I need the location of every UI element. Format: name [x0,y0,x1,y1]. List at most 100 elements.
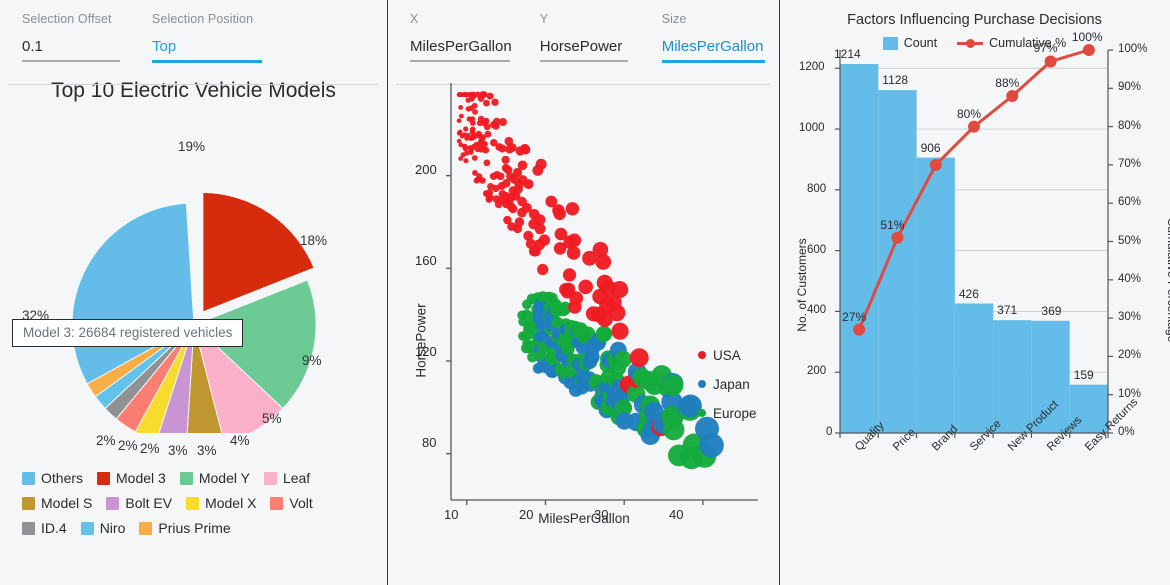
selection-offset-control[interactable]: Selection Offset 0.1 [22,12,120,63]
scatter-point[interactable] [479,176,486,184]
pareto-bar-new-product[interactable] [993,320,1032,433]
pareto-cumulative-point[interactable] [1044,55,1057,68]
scatter-point[interactable] [523,178,534,189]
scatter-point[interactable] [469,126,476,132]
scatter-point[interactable] [565,201,580,215]
scatter-point[interactable] [595,253,612,270]
scatter-point[interactable] [508,203,518,213]
scatter-point[interactable] [517,160,528,170]
scatter-point[interactable] [459,113,464,118]
scatter-point[interactable] [662,374,684,396]
pie-legend-item-model-3[interactable]: Model 3 [97,470,166,486]
scatter-point[interactable] [699,432,724,458]
y-field-value[interactable]: HorsePower [540,38,628,60]
scatter-point[interactable] [611,280,629,298]
scatter-point[interactable] [482,146,490,153]
pareto-chart[interactable]: 1214 1128 906 426 371 369 159 27% 51% 80% 88% 97% 1… [780,28,1170,548]
scatter-point[interactable] [498,117,507,126]
pie-legend-item-volt[interactable]: Volt [270,495,313,511]
scatter-legend-item-japan[interactable]: Japan [698,377,757,392]
scatter-point[interactable] [537,263,549,275]
selection-offset-value[interactable]: 0.1 [22,38,120,60]
pareto-cumulative-point[interactable] [891,231,904,244]
scatter-point[interactable] [480,90,488,98]
scatter-point[interactable] [614,350,632,368]
scatter-svg[interactable] [388,63,780,563]
scatter-point[interactable] [486,92,494,100]
pareto-bar-brand[interactable] [916,157,955,433]
selection-position-value[interactable]: Top [152,38,262,60]
scatter-point[interactable] [562,267,577,281]
scatter-point[interactable] [483,122,491,130]
scatter-chart[interactable]: 200 160 120 80 10 20 30 40 HorsePower Mi… [388,63,780,563]
y-field-control[interactable]: Y HorsePower [539,12,628,63]
scatter-point[interactable] [471,102,478,109]
pie-legend-label: Model X [205,495,257,511]
size-field-value[interactable]: MilesPerGallon [662,38,765,60]
pareto-cumulative-point[interactable] [853,323,866,336]
x-field-control[interactable]: X MilesPerGallon [410,12,512,63]
selection-position-control[interactable]: Selection Position Top [152,12,262,63]
pie-legend-item-bolt-ev[interactable]: Bolt EV [106,495,172,511]
x-field-value[interactable]: MilesPerGallon [410,38,512,60]
scatter-point[interactable] [472,108,478,115]
scatter-point[interactable] [462,145,468,151]
scatter-point[interactable] [566,245,581,260]
scatter-point[interactable] [507,142,517,152]
pareto-cumulative-point[interactable] [1082,44,1095,56]
pareto-cumulative-point[interactable] [929,158,942,171]
scatter-point[interactable] [596,325,613,342]
scatter-point[interactable] [553,207,566,220]
scatter-point[interactable] [629,347,649,367]
scatter-point[interactable] [514,216,525,227]
scatter-point[interactable] [463,157,469,163]
pie-chart[interactable]: 19% 18% 9% 5% 4% 3% 3% 2% 2% 2% 32% Mode… [0,103,388,458]
scatter-point[interactable] [483,159,491,166]
pie-legend-item-id-4[interactable]: ID.4 [22,520,67,536]
scatter-point[interactable] [469,119,476,126]
pareto-bar-price[interactable] [878,90,917,433]
pie-legend-item-prius-prime[interactable]: Prius Prime [139,520,231,536]
pareto-bar-quality[interactable] [840,64,879,433]
pareto-right-tick: 80% [1118,119,1142,132]
scatter-legend-item-usa[interactable]: USA [698,348,757,363]
scatter-point[interactable] [498,144,507,152]
scatter-point[interactable] [534,222,546,234]
scatter-point[interactable] [483,99,490,106]
pie-legend-item-leaf[interactable]: Leaf [263,470,310,486]
pareto-cumulative-point[interactable] [1006,90,1019,102]
scatter-point[interactable] [463,125,469,132]
scatter-point[interactable] [457,129,463,134]
scatter-point[interactable] [520,144,531,154]
scatter-point[interactable] [491,98,499,106]
scatter-point[interactable] [481,140,488,147]
pie-pct-id4: 2% [140,440,160,456]
scatter-legend-label-japan: Japan [713,376,750,392]
scatter-point[interactable] [538,233,551,246]
scatter-point[interactable] [486,193,494,201]
scatter-point[interactable] [482,117,490,124]
pareto-bar-service[interactable] [954,303,994,434]
scatter-point[interactable] [578,279,593,294]
pie-legend-item-model-s[interactable]: Model S [22,495,92,511]
scatter-point[interactable] [484,130,492,138]
scatter-legend-item-europe[interactable]: Europe [698,406,757,421]
scatter-point[interactable] [611,322,629,340]
scatter-point[interactable] [535,158,547,170]
scatter-point[interactable] [567,233,582,247]
scatter-point[interactable] [569,290,584,305]
scatter-point[interactable] [456,117,462,123]
scatter-point[interactable] [501,155,510,164]
pareto-cumulative-point[interactable] [968,120,980,133]
scatter-point[interactable] [471,154,478,161]
pie-legend-item-niro[interactable]: Niro [80,520,125,536]
pareto-bar-value-brand: 906 [920,140,941,155]
pie-legend-item-model-y[interactable]: Model Y [179,470,250,486]
pie-legend-item-model-x[interactable]: Model X [186,495,256,511]
scatter-point[interactable] [458,104,463,110]
scatter-point[interactable] [496,171,505,180]
scatter-point[interactable] [608,303,626,321]
pie-legend-item-others[interactable]: Others [22,470,83,486]
size-field-control[interactable]: Size MilesPerGallon [661,12,765,63]
scatter-point[interactable] [663,418,685,440]
